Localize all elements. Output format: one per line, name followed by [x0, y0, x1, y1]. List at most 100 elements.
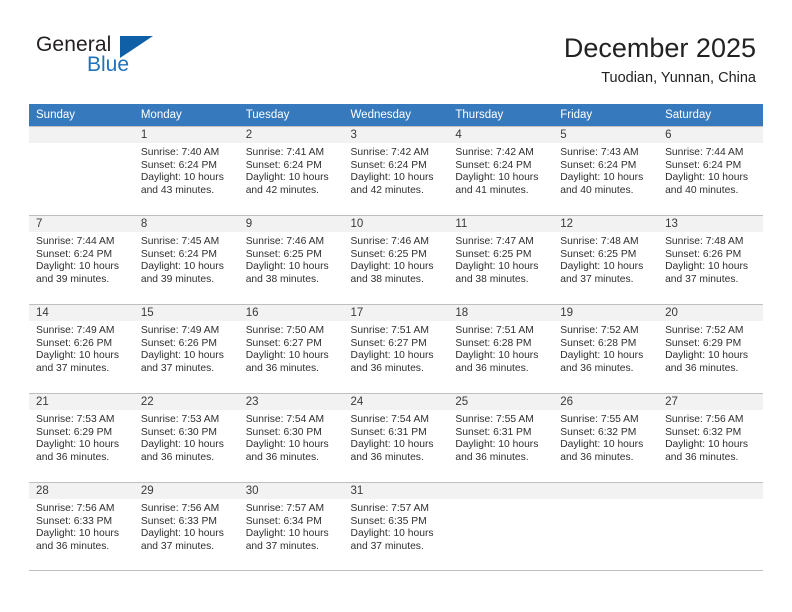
general-blue-logo[interactable]: General Blue	[36, 33, 206, 89]
sunset-text: Sunset: 6:26 PM	[36, 337, 113, 349]
sunrise-text: Sunrise: 7:43 AM	[560, 147, 639, 158]
daylight-text: Daylight: 10 hours and 37 minutes.	[140, 528, 224, 552]
sunset-text: Sunset: 6:24 PM	[36, 248, 113, 260]
calendar-day-cell[interactable]: 23 Sunrise: 7:54 AM Sunset: 6:30 PM Dayligh…	[238, 393, 344, 482]
calendar-day-cell[interactable]: 27 Sunrise: 7:56 AM Sunset: 6:32 PM Dayligh…	[658, 393, 763, 482]
day-number: 1	[133, 126, 239, 143]
daylight-text: Daylight: 10 hours and 36 minutes.	[665, 350, 749, 374]
calendar-day-cell[interactable]: 14 Sunrise: 7:49 AM Sunset: 6:26 PM Dayligh…	[29, 304, 134, 393]
sunset-text: Sunset: 6:28 PM	[455, 337, 532, 349]
day-cell-inner: 25 Sunrise: 7:55 AM Sunset: 6:31 PM Dayligh…	[448, 393, 554, 482]
day-cell-inner: 21 Sunrise: 7:53 AM Sunset: 6:29 PM Dayligh…	[29, 393, 134, 482]
sunset-text: Sunset: 6:33 PM	[36, 515, 113, 527]
day-number	[658, 482, 763, 499]
calendar-day-cell[interactable]: 5 Sunrise: 7:43 AM Sunset: 6:24 PM Daylight…	[553, 126, 659, 215]
sunset-text: Sunset: 6:29 PM	[36, 426, 113, 438]
calendar-day-cell[interactable]: 4 Sunrise: 7:42 AM Sunset: 6:24 PM Daylight…	[448, 126, 554, 215]
calendar-day-cell[interactable]: 26 Sunrise: 7:55 AM Sunset: 6:32 PM Dayligh…	[553, 393, 659, 482]
sunrise-text: Sunrise: 7:55 AM	[455, 414, 534, 425]
calendar-week-row: 7 Sunrise: 7:44 AM Sunset: 6:24 PM Daylight…	[29, 215, 763, 304]
sunset-text: Sunset: 6:25 PM	[560, 248, 637, 260]
day-cell-inner: 4 Sunrise: 7:42 AM Sunset: 6:24 PM Daylight…	[448, 126, 554, 215]
sunset-text: Sunset: 6:32 PM	[560, 426, 637, 438]
daylight-text: Daylight: 10 hours and 37 minutes.	[350, 528, 434, 552]
calendar-day-cell[interactable]: 15 Sunrise: 7:49 AM Sunset: 6:26 PM Dayligh…	[133, 304, 239, 393]
daylight-text: Daylight: 10 hours and 36 minutes.	[350, 350, 434, 374]
sunrise-text: Sunrise: 7:44 AM	[36, 236, 115, 247]
calendar-day-cell[interactable]: 22 Sunrise: 7:53 AM Sunset: 6:30 PM Dayligh…	[133, 393, 239, 482]
daylight-text: Daylight: 10 hours and 43 minutes.	[140, 172, 224, 196]
sunrise-text: Sunrise: 7:42 AM	[350, 147, 429, 158]
calendar-day-cell[interactable]: 10 Sunrise: 7:46 AM Sunset: 6:25 PM Dayligh…	[343, 215, 449, 304]
day-info: Sunrise: 7:42 AM Sunset: 6:24 PM Daylight:…	[344, 143, 449, 197]
daylight-text: Daylight: 10 hours and 37 minutes.	[245, 528, 329, 552]
day-info: Sunrise: 7:48 AM Sunset: 6:25 PM Daylight:…	[553, 232, 658, 286]
sunset-text: Sunset: 6:32 PM	[665, 426, 742, 438]
calendar-table: Sunday Monday Tuesday Wednesday Thursday…	[29, 104, 763, 571]
calendar-day-cell[interactable]: 3 Sunrise: 7:42 AM Sunset: 6:24 PM Daylight…	[343, 126, 449, 215]
calendar-day-cell[interactable]: 2 Sunrise: 7:41 AM Sunset: 6:24 PM Daylight…	[238, 126, 344, 215]
calendar-day-cell[interactable]: 30 Sunrise: 7:57 AM Sunset: 6:34 PM Dayligh…	[238, 482, 344, 571]
day-info: Sunrise: 7:56 AM Sunset: 6:33 PM Daylight:…	[134, 499, 239, 553]
calendar-day-cell[interactable]: 1 Sunrise: 7:40 AM Sunset: 6:24 PM Daylight…	[133, 126, 239, 215]
day-number: 2	[238, 126, 344, 143]
day-number: 14	[29, 304, 134, 321]
calendar-day-cell[interactable]: 6 Sunrise: 7:44 AM Sunset: 6:24 PM Daylight…	[658, 126, 763, 215]
day-cell-inner: 23 Sunrise: 7:54 AM Sunset: 6:30 PM Dayligh…	[238, 393, 344, 482]
sunset-text: Sunset: 6:24 PM	[140, 159, 217, 171]
sunrise-text: Sunrise: 7:56 AM	[140, 503, 220, 514]
day-number: 19	[553, 304, 659, 321]
day-number	[553, 482, 659, 499]
calendar-day-cell[interactable]: 21 Sunrise: 7:53 AM Sunset: 6:29 PM Dayligh…	[29, 393, 134, 482]
sunrise-text: Sunrise: 7:53 AM	[140, 414, 220, 425]
calendar-day-cell[interactable]: 11 Sunrise: 7:47 AM Sunset: 6:25 PM Dayligh…	[448, 215, 554, 304]
daylight-text: Daylight: 10 hours and 37 minutes.	[140, 350, 224, 374]
calendar-day-cell[interactable]: 12 Sunrise: 7:48 AM Sunset: 6:25 PM Dayligh…	[553, 215, 659, 304]
daylight-text: Daylight: 10 hours and 40 minutes.	[665, 172, 749, 196]
calendar-day-cell[interactable]: 28 Sunrise: 7:56 AM Sunset: 6:33 PM Dayligh…	[29, 482, 134, 571]
calendar-day-cell[interactable]: 17 Sunrise: 7:51 AM Sunset: 6:27 PM Dayligh…	[343, 304, 449, 393]
day-number: 11	[448, 215, 554, 232]
weekday-header-thursday: Thursday	[448, 104, 554, 126]
page-subtitle-location: Tuodian, Yunnan, China	[601, 70, 756, 86]
daylight-text: Daylight: 10 hours and 38 minutes.	[350, 261, 434, 285]
calendar-day-cell[interactable]: 7 Sunrise: 7:44 AM Sunset: 6:24 PM Daylight…	[29, 215, 134, 304]
sunrise-text: Sunrise: 7:41 AM	[245, 147, 325, 158]
sunset-text: Sunset: 6:25 PM	[245, 248, 322, 260]
calendar-week-row: 28 Sunrise: 7:56 AM Sunset: 6:33 PM Dayligh…	[29, 482, 763, 571]
sunrise-text: Sunrise: 7:46 AM	[245, 236, 325, 247]
calendar-day-cell[interactable]: 31 Sunrise: 7:57 AM Sunset: 6:35 PM Dayligh…	[343, 482, 449, 571]
calendar-day-cell[interactable]: 29 Sunrise: 7:56 AM Sunset: 6:33 PM Dayligh…	[133, 482, 239, 571]
day-number: 25	[448, 393, 554, 410]
calendar-day-cell[interactable]: 16 Sunrise: 7:50 AM Sunset: 6:27 PM Dayligh…	[238, 304, 344, 393]
calendar-day-cell[interactable]: 18 Sunrise: 7:51 AM Sunset: 6:28 PM Dayligh…	[448, 304, 554, 393]
calendar-day-cell[interactable]: 20 Sunrise: 7:52 AM Sunset: 6:29 PM Dayligh…	[658, 304, 763, 393]
day-info: Sunrise: 7:56 AM Sunset: 6:32 PM Daylight:…	[658, 410, 763, 464]
day-cell-inner: 17 Sunrise: 7:51 AM Sunset: 6:27 PM Dayligh…	[343, 304, 449, 393]
day-cell-inner: 15 Sunrise: 7:49 AM Sunset: 6:26 PM Dayligh…	[133, 304, 239, 393]
day-cell-inner	[29, 126, 134, 215]
weekday-header-sunday: Sunday	[29, 104, 134, 126]
day-info: Sunrise: 7:46 AM Sunset: 6:25 PM Daylight:…	[239, 232, 344, 286]
calendar-day-cell[interactable]: 9 Sunrise: 7:46 AM Sunset: 6:25 PM Daylight…	[238, 215, 344, 304]
calendar-day-cell[interactable]: 24 Sunrise: 7:54 AM Sunset: 6:31 PM Dayligh…	[343, 393, 449, 482]
day-cell-inner: 5 Sunrise: 7:43 AM Sunset: 6:24 PM Daylight…	[553, 126, 659, 215]
day-info: Sunrise: 7:50 AM Sunset: 6:27 PM Daylight:…	[239, 321, 344, 375]
day-number: 9	[238, 215, 344, 232]
calendar-day-cell[interactable]: 25 Sunrise: 7:55 AM Sunset: 6:31 PM Dayligh…	[448, 393, 554, 482]
calendar-day-cell[interactable]: 19 Sunrise: 7:52 AM Sunset: 6:28 PM Dayligh…	[553, 304, 659, 393]
sunset-text: Sunset: 6:24 PM	[350, 159, 427, 171]
sunrise-text: Sunrise: 7:42 AM	[455, 147, 534, 158]
calendar-day-cell[interactable]: 13 Sunrise: 7:48 AM Sunset: 6:26 PM Dayligh…	[658, 215, 763, 304]
calendar-day-cell-empty	[553, 482, 659, 571]
sunset-text: Sunset: 6:31 PM	[350, 426, 427, 438]
daylight-text: Daylight: 10 hours and 36 minutes.	[140, 439, 224, 463]
sunrise-text: Sunrise: 7:40 AM	[140, 147, 220, 158]
day-number: 31	[343, 482, 449, 499]
calendar-day-cell[interactable]: 8 Sunrise: 7:45 AM Sunset: 6:24 PM Daylight…	[133, 215, 239, 304]
day-info: Sunrise: 7:49 AM Sunset: 6:26 PM Daylight:…	[29, 321, 134, 375]
sunrise-text: Sunrise: 7:53 AM	[36, 414, 115, 425]
sunrise-text: Sunrise: 7:54 AM	[350, 414, 429, 425]
day-number: 7	[29, 215, 134, 232]
day-number: 29	[133, 482, 239, 499]
